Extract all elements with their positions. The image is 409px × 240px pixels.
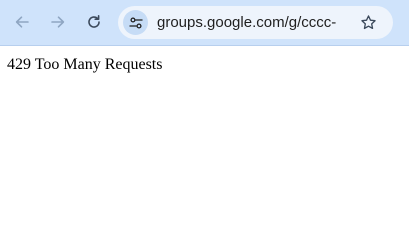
arrow-left-icon (15, 16, 29, 28)
back-button[interactable] (7, 7, 37, 37)
bookmark-button[interactable] (356, 10, 381, 35)
reload-button[interactable] (79, 7, 109, 37)
url-text[interactable]: groups.google.com/g/cccc-l (157, 13, 337, 32)
forward-button[interactable] (43, 7, 73, 37)
tune-icon (128, 16, 143, 29)
site-info-button[interactable] (123, 10, 148, 35)
error-message: 429 Too Many Requests (7, 56, 163, 73)
arrow-right-icon (51, 16, 65, 28)
browser-toolbar: groups.google.com/g/cccc-l (0, 0, 409, 46)
star-icon (361, 15, 376, 30)
reload-icon (88, 15, 100, 28)
page-content: 429 Too Many Requests (0, 47, 409, 239)
address-bar[interactable]: groups.google.com/g/cccc-l (118, 6, 393, 39)
